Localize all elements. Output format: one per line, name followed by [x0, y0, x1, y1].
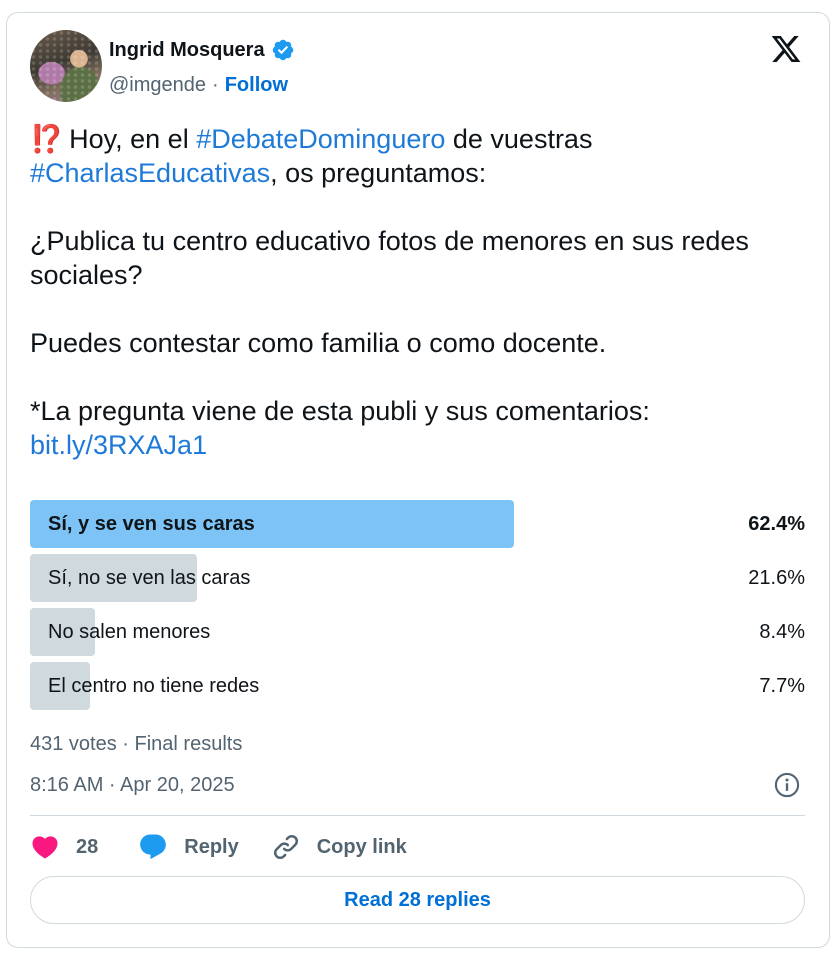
x-logo-icon[interactable]: [769, 33, 803, 65]
hashtag-link[interactable]: #CharlasEducativas: [30, 158, 270, 188]
poll-option-label: Sí, y se ven sus caras: [48, 512, 255, 535]
verified-badge-icon: [272, 39, 293, 61]
post-invite: Puedes contestar como familia o como doc…: [30, 328, 607, 358]
author-name[interactable]: Ingrid Mosquera: [109, 39, 265, 62]
poll-option: Sí, y se ven sus caras 62.4%: [30, 500, 805, 548]
author-handle-row: @imgende · Follow: [109, 74, 288, 97]
reply-label: Reply: [184, 835, 239, 858]
info-icon[interactable]: [773, 771, 801, 799]
reply-button[interactable]: Reply: [138, 832, 239, 862]
speech-bubble-icon: [140, 834, 167, 860]
poll-option-percent: 62.4%: [748, 513, 805, 535]
author-name-row: Ingrid Mosquera: [109, 38, 295, 62]
interrobang-emoji: ⁉️: [30, 124, 64, 154]
follow-link[interactable]: Follow: [225, 74, 288, 97]
divider: [30, 815, 805, 816]
post-timestamp[interactable]: 8:16 AM · Apr 20, 2025: [30, 774, 235, 797]
poll-option-percent: 7.7%: [759, 675, 805, 697]
poll-option-label: Sí, no se ven las caras: [48, 566, 251, 589]
post-text-segment: , os preguntamos:: [270, 158, 487, 188]
post-link[interactable]: bit.ly/3RXAJa1: [30, 430, 207, 460]
likes-count: 28: [76, 835, 99, 858]
post-text-segment: de vuestras: [445, 124, 593, 154]
link-icon: [273, 834, 298, 860]
poll: Sí, y se ven sus caras 62.4% Sí, no se v…: [30, 500, 805, 716]
post-line-1: ⁉️ Hoy, en el #DebateDominguero de vuest…: [30, 122, 790, 156]
poll-option: No salen menores 8.4%: [30, 608, 805, 656]
poll-option-label: No salen menores: [48, 620, 211, 643]
action-bar: 28 Reply Copy link: [30, 830, 407, 864]
author-avatar[interactable]: [30, 30, 102, 102]
like-button[interactable]: 28: [30, 832, 98, 862]
author-handle[interactable]: @imgende: [109, 74, 206, 97]
post-text-segment: Hoy, en el: [61, 124, 197, 154]
poll-option: El centro no tiene redes 7.7%: [30, 662, 805, 710]
poll-meta: 431 votes · Final results: [30, 733, 243, 755]
separator-dot: ·: [212, 74, 219, 96]
post-line-2: #CharlasEducativas, os preguntamos:: [30, 156, 790, 190]
post-source-note: *La pregunta viene de esta publi y sus c…: [30, 396, 650, 426]
copy-link-label: Copy link: [316, 835, 407, 858]
copy-link-button[interactable]: Copy link: [271, 832, 407, 862]
read-replies-button[interactable]: Read 28 replies: [30, 876, 805, 924]
poll-option: Sí, no se ven las caras 21.6%: [30, 554, 805, 602]
poll-option-percent: 21.6%: [748, 567, 805, 589]
poll-option-label: El centro no tiene redes: [48, 674, 260, 697]
poll-option-percent: 8.4%: [759, 621, 805, 643]
post-body: ⁉️ Hoy, en el #DebateDominguero de vuest…: [30, 122, 790, 462]
heart-icon: [32, 836, 58, 859]
hashtag-link[interactable]: #DebateDominguero: [196, 124, 445, 154]
post-question: ¿Publica tu centro educativo fotos de me…: [30, 226, 749, 290]
